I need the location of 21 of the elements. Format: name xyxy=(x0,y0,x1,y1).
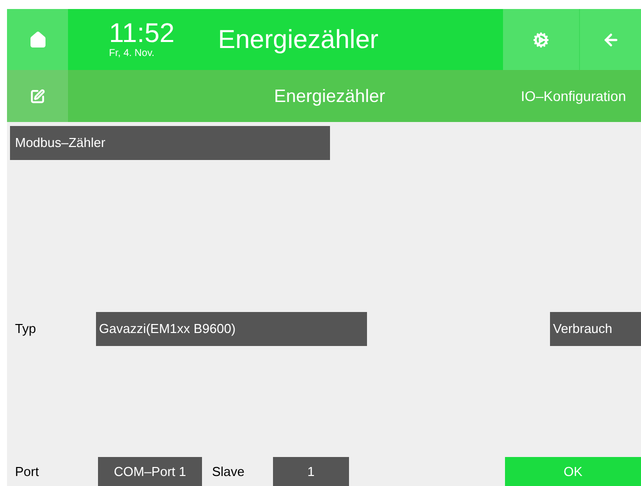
port-label: Port xyxy=(15,462,40,481)
mode-button[interactable]: Verbrauch xyxy=(550,312,641,346)
back-icon xyxy=(602,30,620,48)
edit-button[interactable] xyxy=(7,70,68,122)
slave-label: Slave xyxy=(212,462,246,481)
meter-type-button[interactable]: Modbus–Zähler xyxy=(10,126,330,160)
section-label: IO–Konfiguration xyxy=(520,86,626,106)
subheader-title: Energiezähler xyxy=(274,84,386,108)
home-icon xyxy=(28,30,46,48)
type-dropdown[interactable]: Gavazzi(EM1xx B9600) xyxy=(96,312,367,346)
slave-field[interactable]: 1 xyxy=(273,457,349,486)
settings-icon xyxy=(533,32,549,48)
clock-date: Fr, 4. Nov. xyxy=(109,49,156,59)
type-label: Typ xyxy=(15,320,37,338)
home-button[interactable] xyxy=(7,9,68,70)
settings-button[interactable] xyxy=(503,9,580,70)
clock-time: 11:52 xyxy=(109,20,176,47)
edit-icon xyxy=(30,88,45,104)
page-title: Energiezähler xyxy=(218,23,378,56)
back-button[interactable] xyxy=(580,9,641,70)
port-dropdown[interactable]: COM–Port 1 xyxy=(98,457,202,486)
